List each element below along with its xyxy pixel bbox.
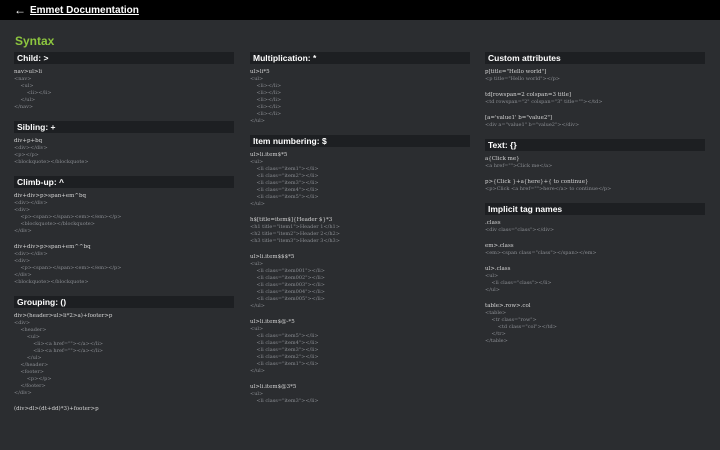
expansion-code: <table> <tr class="row"> <td class="col"… <box>485 310 557 344</box>
section-heading: Sibling: + <box>14 121 234 133</box>
expansion-code: <div class="class"></div> <box>485 227 555 233</box>
expansion-code: <a href="">Click me</a> <box>485 163 553 169</box>
abbreviation-code: div+div>p>span+em^^bq <box>14 244 91 250</box>
expansion-code: <h1 title="item1">Header 1</h1> <h2 titl… <box>250 224 340 244</box>
section-heading: Child: > <box>14 52 234 64</box>
expansion-code: <ul> <li></li> <li></li> <li></li> <li><… <box>250 76 282 124</box>
expansion-code: <ul> <li class="item1"></li> <li class="… <box>250 159 319 207</box>
expansion-code: <div a="value1" b="value2"></div> <box>485 122 580 128</box>
abbreviation-code: ul>li.item$@3*5 <box>250 384 297 390</box>
abbreviation-code: [a='value1' b="value2"] <box>485 115 553 121</box>
page-title: Syntax <box>15 34 55 48</box>
content-area: Syntax Child: > nav>ul>li <nav> <ul> <li><… <box>0 20 720 450</box>
expansion-code: <p>Click <a href="">here</a> to continue… <box>485 186 612 192</box>
section-heading: Multiplication: * <box>250 52 470 64</box>
section-heading: Climb-up: ^ <box>14 176 234 188</box>
expansion-code: <div></div> <p></p> <blockquote></blockq… <box>14 145 89 165</box>
expansion-code: <ul> <li class="item001"></li> <li class… <box>250 261 325 309</box>
abbreviation-code: ul>li.item$@-*5 <box>250 319 295 325</box>
syntax-section: Custom attributes p[title="Hello world"] <… <box>485 52 705 129</box>
section-heading: Custom attributes <box>485 52 705 64</box>
top-bar: ← Emmet Documentation <box>0 0 720 20</box>
abbreviation-code: div>(header>ul>li*2>a)+footer>p <box>14 313 113 319</box>
column-3: Custom attributes p[title="Hello world"] <… <box>485 52 705 355</box>
syntax-section: Sibling: + div+p+bq <div></div> <p></p> <b… <box>14 121 234 166</box>
section-heading: Grouping: () <box>14 296 234 308</box>
abbreviation-code: table>.row>.col <box>485 303 531 309</box>
syntax-section: Child: > nav>ul>li <nav> <ul> <li></li> </… <box>14 52 234 111</box>
syntax-section: Grouping: () div>(header>ul>li*2>a)+foote… <box>14 296 234 413</box>
abbreviation-code: nav>ul>li <box>14 69 42 75</box>
section-heading: Text: {} <box>485 139 705 151</box>
expansion-code: <ul> <li class="item5"></li> <li class="… <box>250 326 319 374</box>
expansion-code: <em><span class="class"></span></em> <box>485 250 597 256</box>
abbreviation-code: div+p+bq <box>14 138 43 144</box>
abbreviation-code: ul>.class <box>485 266 511 272</box>
abbreviation-code: td[rowspan=2 colspan=3 title] <box>485 92 572 98</box>
expansion-code: <div></div> <div> <p><span></span><em></… <box>14 251 122 285</box>
page-header-link[interactable]: Emmet Documentation <box>30 5 139 16</box>
expansion-code: <td rowspan="2" colspan="3" title=""></t… <box>485 99 603 105</box>
abbreviation-code: .class <box>485 220 501 226</box>
syntax-section: Implicit tag names .class <div class="clas… <box>485 203 705 345</box>
section-heading: Item numbering: $ <box>250 135 470 147</box>
abbreviation-code: ul>li*5 <box>250 69 270 75</box>
expansion-code: <ul> <li class="item3"></li> <box>250 391 319 404</box>
abbreviation-code: ul>li.item$$$*5 <box>250 254 295 260</box>
expansion-code: <p title="Hello world"></p> <box>485 76 560 82</box>
syntax-section: Climb-up: ^ div+div>p>span+em^bq <div></di… <box>14 176 234 286</box>
abbreviation-code: p[title="Hello world"] <box>485 69 547 75</box>
column-1: Child: > nav>ul>li <nav> <ul> <li></li> </… <box>14 52 234 423</box>
abbreviation-code: ul>li.item$*5 <box>250 152 288 158</box>
abbreviation-code: p>{Click }+a{here}+{ to continue} <box>485 179 589 185</box>
syntax-section: Multiplication: * ul>li*5 <ul> <li></li> <… <box>250 52 470 125</box>
section-heading: Implicit tag names <box>485 203 705 215</box>
expansion-code: <nav> <ul> <li></li> </ul> </nav> <box>14 76 52 110</box>
abbreviation-code: div+div>p>span+em^bq <box>14 193 87 199</box>
abbreviation-code: h$[title=item$]{Header $}*3 <box>250 217 333 223</box>
syntax-section: Item numbering: $ ul>li.item$*5 <ul> <li c… <box>250 135 470 405</box>
expansion-code: <ul> <li class="class"></li> </ul> <box>485 273 552 293</box>
expansion-code: <div> <header> <ul> <li><a href=""></a><… <box>14 320 104 396</box>
syntax-section: Text: {} a{Click me} <a href="">Click me</… <box>485 139 705 193</box>
back-arrow-icon[interactable]: ← <box>14 3 26 17</box>
abbreviation-code: a{Click me} <box>485 156 520 162</box>
abbreviation-code: em>.class <box>485 243 514 249</box>
column-2: Multiplication: * ul>li*5 <ul> <li></li> <… <box>250 52 470 415</box>
abbreviation-code: (div>dl>(dt+dd)*3)+footer>p <box>14 406 99 412</box>
expansion-code: <div></div> <div> <p><span></span><em></… <box>14 200 122 234</box>
